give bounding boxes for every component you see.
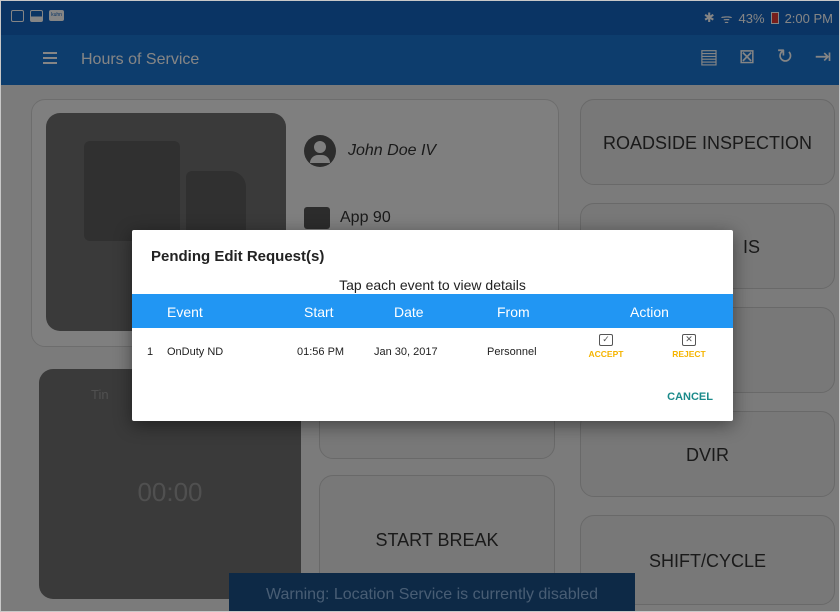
accept-icon: ✓ xyxy=(599,334,613,346)
app-screen: kuhn ✱ ᯤ 43% 2:00 PM Hours of Service ▤ … xyxy=(0,0,840,612)
row-from: Personnel xyxy=(487,346,537,358)
column-action: Action xyxy=(630,304,669,320)
reject-label: REJECT xyxy=(672,349,706,359)
table-row[interactable]: 1 OnDuty ND 01:56 PM Jan 30, 2017 Person… xyxy=(132,330,733,370)
reject-button[interactable]: ✕ REJECT xyxy=(664,334,714,359)
cancel-button[interactable]: CANCEL xyxy=(667,391,713,403)
accept-label: ACCEPT xyxy=(588,349,624,359)
column-from: From xyxy=(497,304,530,320)
reject-icon: ✕ xyxy=(682,334,696,346)
row-event: OnDuty ND xyxy=(167,346,224,358)
row-date: Jan 30, 2017 xyxy=(374,346,438,358)
dialog-title: Pending Edit Request(s) xyxy=(151,248,325,265)
row-index: 1 xyxy=(147,346,154,358)
column-start: Start xyxy=(304,304,334,320)
column-date: Date xyxy=(394,304,424,320)
dialog-subtitle: Tap each event to view details xyxy=(339,277,526,293)
row-start: 01:56 PM xyxy=(297,346,345,358)
column-event: Event xyxy=(167,304,203,320)
pending-edit-dialog: Pending Edit Request(s) Tap each event t… xyxy=(132,230,733,421)
table-header: Event Start Date From Action xyxy=(132,294,733,328)
accept-button[interactable]: ✓ ACCEPT xyxy=(581,334,631,359)
